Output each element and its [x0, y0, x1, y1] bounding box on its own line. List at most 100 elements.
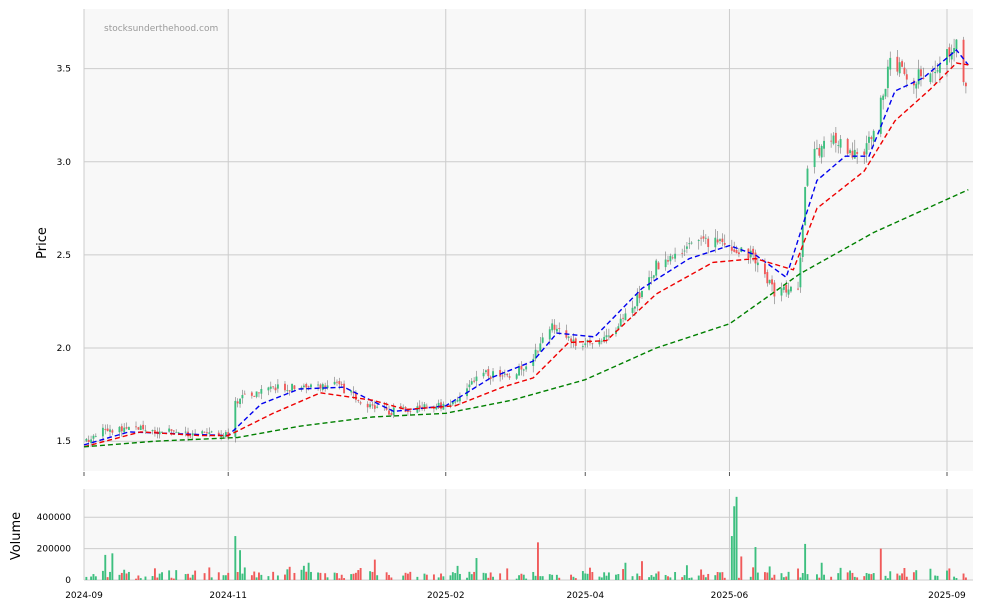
volume-bar: [385, 572, 388, 580]
price-y-tick-labels: 1.5 2.0 2.5 3.0 3.5: [57, 65, 72, 448]
candle-body: [889, 57, 892, 70]
volume-bar: [492, 576, 494, 580]
volume-bar: [856, 577, 859, 580]
volume-bar: [425, 574, 428, 580]
volume-bar: [217, 572, 220, 580]
volume-bar: [239, 550, 241, 580]
candle-body: [454, 401, 457, 403]
candle-body: [856, 152, 859, 154]
x-tick-label: 2025-04: [566, 591, 604, 601]
volume-bar: [638, 576, 641, 580]
volume-bar: [598, 576, 601, 580]
candle-body: [915, 83, 918, 89]
candle-body: [253, 395, 256, 397]
volume-bar: [631, 576, 634, 580]
candle-body: [168, 428, 171, 432]
volume-bar: [865, 572, 868, 580]
volume-bar: [697, 575, 700, 580]
candle-body: [525, 366, 528, 370]
candle-body: [584, 343, 587, 346]
candle-body: [905, 74, 908, 80]
price-y-tick-label: 2.5: [57, 251, 71, 261]
candle-body: [267, 387, 270, 391]
volume-bar: [475, 558, 478, 580]
candle-body: [638, 292, 641, 299]
candle-body: [501, 375, 504, 377]
volume-bar: [657, 571, 660, 580]
volume-bar: [936, 575, 939, 580]
candle-body: [799, 257, 802, 288]
candle-body: [702, 236, 705, 239]
volume-bar: [749, 576, 752, 580]
volume-bar: [886, 578, 889, 580]
candle-body: [667, 260, 669, 262]
volume-bar: [839, 567, 842, 580]
volume-bar: [955, 578, 958, 580]
volume-bar: [144, 576, 147, 580]
volume-bar: [406, 573, 409, 580]
candle-body: [846, 138, 849, 154]
candle-body: [291, 383, 294, 391]
x-tick-label: 2024-09: [65, 591, 103, 601]
candle-body: [714, 237, 717, 248]
candle-body: [872, 130, 875, 142]
volume-axis-label: Volume: [9, 512, 24, 560]
candle-body: [376, 406, 379, 408]
volume-bar: [208, 567, 211, 580]
candle-body: [723, 242, 726, 245]
volume-bar: [449, 575, 452, 580]
candle-body: [305, 384, 308, 388]
volume-bar: [589, 567, 591, 580]
volume-bar: [336, 573, 338, 580]
volume-bar: [506, 568, 509, 580]
volume-bar: [669, 577, 672, 580]
candle-body: [688, 243, 691, 245]
candle-body: [716, 239, 719, 243]
candle-body: [785, 284, 788, 293]
volume-bar: [584, 573, 587, 580]
volume-bar: [700, 569, 703, 580]
candle-body: [551, 323, 554, 331]
candle-body: [733, 249, 736, 252]
volume-bar: [868, 573, 870, 580]
candle-body: [839, 139, 842, 148]
volume-bar: [127, 571, 130, 580]
volume-bar: [953, 576, 956, 580]
stock-chart: 1.5 2.0 2.5 3.0 3.5 0 200000 400000 2024-09 202…: [0, 0, 983, 611]
volume-bar: [210, 577, 213, 580]
candle-body: [806, 168, 809, 186]
candle-body: [664, 259, 667, 268]
candle-body: [735, 250, 738, 254]
candle-body: [135, 426, 137, 428]
volume-bar: [85, 576, 88, 580]
candle-body: [920, 69, 922, 77]
candle-body: [700, 237, 703, 239]
candle-body: [503, 373, 506, 375]
candle-body: [655, 260, 658, 276]
candle-body: [449, 404, 452, 406]
volume-bar: [284, 574, 286, 580]
x-tick-label: 2025-02: [427, 591, 465, 601]
volume-panel-background: [84, 489, 973, 580]
candle-body: [269, 386, 272, 389]
candle-body: [903, 67, 906, 74]
volume-bar: [820, 562, 823, 580]
candle-body: [671, 257, 674, 259]
volume-bar: [707, 573, 710, 580]
volume-bar: [288, 566, 291, 580]
candle-body: [782, 286, 785, 290]
volume-bar: [816, 574, 818, 580]
volume-bar: [716, 572, 719, 580]
volume-bar: [934, 575, 937, 580]
volume-bar: [184, 574, 187, 580]
candle-body: [366, 403, 369, 408]
volume-bar: [714, 575, 717, 580]
price-axis-label: Price: [35, 227, 50, 259]
candle-body: [730, 246, 733, 251]
candle-body: [109, 429, 111, 432]
candle-body: [357, 400, 360, 402]
candle-body: [683, 250, 686, 252]
candle-body: [175, 431, 178, 433]
volume-bar: [104, 554, 107, 580]
candle-body: [402, 406, 405, 408]
